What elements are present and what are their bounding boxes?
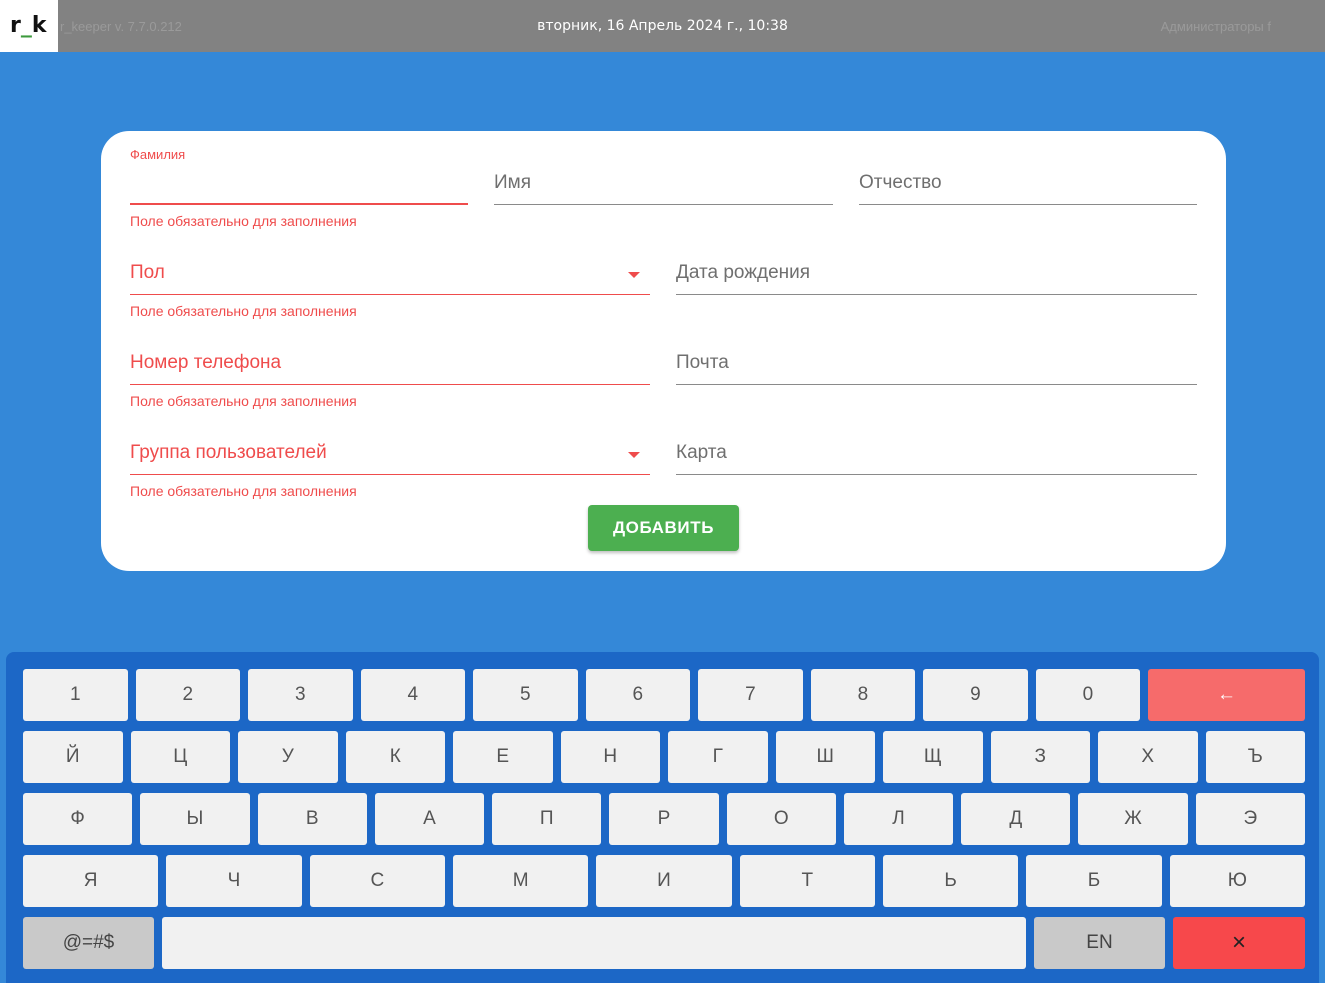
key-letter[interactable]: Ж [1078,793,1188,845]
surname-field[interactable]: Фамилия [130,147,468,205]
datetime-label: вторник, 16 Апрель 2024 г., 10:38 [537,18,788,34]
key-5[interactable]: 5 [473,669,578,721]
key-letter[interactable]: Я [23,855,159,907]
key-3[interactable]: 3 [248,669,353,721]
birthdate-field[interactable]: Дата рождения [676,257,1197,295]
key-1[interactable]: 1 [23,669,128,721]
key-letter[interactable]: Г [668,731,768,783]
key-7[interactable]: 7 [698,669,803,721]
card-placeholder: Карта [676,442,727,463]
key-letter[interactable]: Н [560,731,660,783]
key-letter[interactable]: Ч [166,855,302,907]
patronymic-field[interactable]: Отчество [859,167,1197,205]
surname-label: Фамилия [130,147,186,162]
key-letter[interactable]: Ц [130,731,230,783]
key-2[interactable]: 2 [135,669,241,721]
surname-underline [130,203,468,205]
keyboard-row-3: Ф Ы В А П Р О Л Д Ж Э [23,793,1305,845]
name-underline [494,204,833,205]
key-letter[interactable]: Р [609,793,719,845]
key-letter[interactable]: Ы [140,793,250,845]
language-key[interactable]: EN [1034,917,1165,969]
gender-select[interactable]: Пол [130,257,650,295]
user-label[interactable]: Администраторы f [1161,19,1271,34]
phone-required-hint: Поле обязательно для заполнения [130,393,357,409]
key-letter[interactable]: З [990,731,1090,783]
key-letter[interactable]: Ю [1169,855,1305,907]
key-letter[interactable]: Д [961,793,1071,845]
gender-underline [130,294,650,295]
phone-placeholder: Номер телефона [130,352,282,373]
key-4[interactable]: 4 [360,669,466,721]
key-letter[interactable]: Ш [775,731,875,783]
phone-underline [130,384,650,385]
user-group-placeholder: Группа пользователей [130,442,327,463]
email-underline [676,384,1197,385]
name-placeholder: Имя [494,172,532,193]
key-letter[interactable]: Х [1098,731,1198,783]
surname-required-hint: Поле обязательно для заполнения [130,213,357,229]
backspace-key[interactable]: ← [1148,669,1305,721]
key-letter[interactable]: Т [739,855,875,907]
birthdate-underline [676,294,1197,295]
keyboard-row-2: Й Ц У К Е Н Г Ш Щ З Х Ъ [23,731,1305,783]
user-group-required-hint: Поле обязательно для заполнения [130,483,357,499]
gender-required-hint: Поле обязательно для заполнения [130,303,357,319]
gender-placeholder: Пол [130,262,165,283]
key-letter[interactable]: Л [843,793,954,845]
birthdate-placeholder: Дата рождения [676,262,811,283]
key-letter[interactable]: Б [1026,855,1162,907]
user-group-underline [130,474,650,475]
key-6[interactable]: 6 [585,669,691,721]
key-letter[interactable]: С [309,855,445,907]
on-screen-keyboard: 1 2 3 4 5 6 7 8 9 0 ← Й Ц У К Е Н Г Ш Щ … [6,652,1319,983]
phone-field[interactable]: Номер телефона [130,347,650,385]
key-letter[interactable]: П [492,793,602,845]
patronymic-placeholder: Отчество [859,172,942,193]
close-keyboard-icon[interactable]: × [1173,917,1305,969]
user-group-select[interactable]: Группа пользователей [130,437,650,475]
key-letter[interactable]: Ь [882,855,1019,907]
key-letter[interactable]: Й [23,731,123,783]
email-placeholder: Почта [676,352,729,373]
user-group-dropdown-arrow-icon [628,452,640,458]
space-key[interactable] [162,917,1026,969]
top-bar: r_k r_keeper v. 7.7.0.212 вторник, 16 Ап… [0,0,1325,52]
add-button[interactable]: ДОБАВИТЬ [588,505,739,551]
key-letter[interactable]: Ъ [1205,731,1305,783]
key-letter[interactable]: Ф [23,793,133,845]
key-letter[interactable]: Щ [883,731,983,783]
key-letter[interactable]: И [596,855,732,907]
key-letter[interactable]: А [374,793,485,845]
patronymic-underline [859,204,1197,205]
key-letter[interactable]: К [345,731,445,783]
key-8[interactable]: 8 [810,669,916,721]
key-letter[interactable]: М [452,855,589,907]
keyboard-row-4: Я Ч С М И Т Ь Б Ю [23,855,1305,907]
symbols-key[interactable]: @=#$ [23,917,154,969]
keyboard-row-digits: 1 2 3 4 5 6 7 8 9 0 ← [23,669,1305,721]
name-field[interactable]: Имя [494,167,833,205]
card-field[interactable]: Карта [676,437,1197,475]
card-underline [676,474,1197,475]
key-letter[interactable]: О [726,793,836,845]
email-field[interactable]: Почта [676,347,1197,385]
key-9[interactable]: 9 [923,669,1028,721]
key-letter[interactable]: Э [1195,793,1305,845]
keyboard-row-5: @=#$ EN × [23,917,1305,969]
gender-dropdown-arrow-icon [628,272,640,278]
key-0[interactable]: 0 [1035,669,1141,721]
key-letter[interactable]: В [257,793,367,845]
key-letter[interactable]: Е [453,731,553,783]
key-letter[interactable]: У [238,731,338,783]
